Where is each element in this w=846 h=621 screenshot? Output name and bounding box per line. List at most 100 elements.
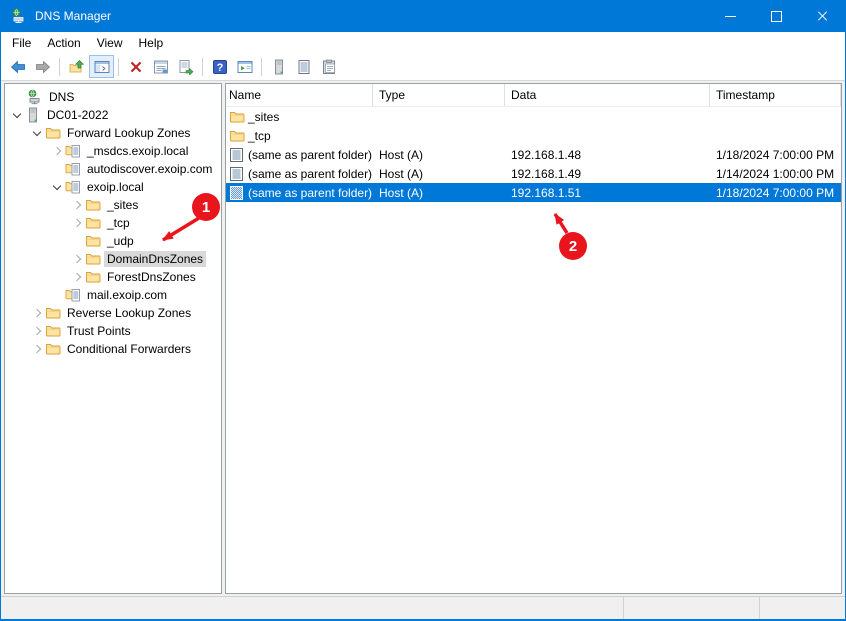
record-data: 192.168.1.49 [511,166,582,181]
chevron-down-icon[interactable] [9,113,25,117]
toolbar-separator [261,57,262,76]
record-data: 192.168.1.48 [511,147,582,162]
clipboard-button[interactable] [316,55,341,78]
tree-item-exoip-local[interactable]: exoip.local [5,178,221,196]
show-console-tree-button[interactable] [89,55,114,78]
tree-item-domaindnszones[interactable]: DomainDnsZones [5,250,221,268]
folder-icon [85,197,104,213]
tree-item-sites[interactable]: _sites [5,196,221,214]
tree-item-dns[interactable]: DNS [5,88,221,106]
tree-item-udp[interactable]: _udp [5,232,221,250]
chevron-right-icon[interactable] [69,256,85,262]
delete-button[interactable] [123,55,148,78]
chevron-right-icon[interactable] [29,310,45,316]
table-row-192-168-1-51[interactable]: (same as parent folder) Host (A) 192.168.1… [226,183,841,202]
toolbar-separator [118,57,119,76]
console-tree-pane: DNS DC01-2022 Forward Lookup Zones _msdcs.e… [4,83,222,594]
folder-icon [45,125,64,141]
tree-item-conditional-forwarders[interactable]: Conditional Forwarders [5,340,221,358]
server-button[interactable] [266,55,291,78]
table-row-192-168-1-48[interactable]: (same as parent folder) Host (A) 192.168.1… [226,145,841,164]
chevron-right-icon[interactable] [69,202,85,208]
tree-item-label: _tcp [107,216,130,230]
column-header-data[interactable]: Data [505,84,710,106]
back-button[interactable] [5,55,30,78]
table-row-192-168-1-49[interactable]: (same as parent folder) Host (A) 192.168.1… [226,164,841,183]
menu-file[interactable]: File [4,34,39,52]
tree-item-tcp[interactable]: _tcp [5,214,221,232]
properties-button[interactable] [148,55,173,78]
folder-icon [85,251,104,267]
tree-item-label: _sites [107,198,139,212]
folder-icon [85,269,104,285]
dns-manager-window: DNS Manager File Action View Help ? DNS D… [0,0,846,621]
tree-item-label: autodiscover.exoip.com [87,162,213,176]
record-name: (same as parent folder) [248,185,373,200]
clipboard-icon [321,59,337,75]
svg-text:?: ? [216,62,223,74]
new-window-icon [237,59,253,75]
export-list-button[interactable] [173,55,198,78]
table-row-sites[interactable]: _sites [226,107,841,126]
back-icon [10,59,26,75]
tree-item-label: _msdcs.exoip.local [87,144,189,158]
status-bar-main-section [1,597,623,619]
status-bar [1,596,845,619]
column-header-name[interactable]: Name [226,84,373,106]
menu-view[interactable]: View [89,34,131,52]
status-bar-section-3 [759,597,845,619]
column-header-type[interactable]: Type [373,84,505,106]
menu-help[interactable]: Help [131,34,172,52]
zone-icon [65,287,84,303]
chevron-right-icon[interactable] [49,148,65,154]
minimize-button[interactable] [707,0,753,32]
help-button[interactable]: ? [207,55,232,78]
chevron-right-icon[interactable] [29,346,45,352]
status-bar-section-2 [623,597,759,619]
chevron-down-icon[interactable] [29,131,45,135]
chevron-down-icon[interactable] [49,185,65,189]
tree-item-reverse-lookup-zones[interactable]: Reverse Lookup Zones [5,304,221,322]
chevron-right-icon[interactable] [69,220,85,226]
maximize-button[interactable] [753,0,799,32]
tree-item-forward-lookup-zones[interactable]: Forward Lookup Zones [5,124,221,142]
menu-bar: File Action View Help [1,32,845,53]
record-icon [229,147,245,163]
table-row-tcp[interactable]: _tcp [226,126,841,145]
up-one-level-button[interactable] [64,55,89,78]
folder-icon [45,305,64,321]
tree-item-mail-exoip-com[interactable]: mail.exoip.com [5,286,221,304]
record-icon [229,166,245,182]
tree-item-msdcs-exoip-local[interactable]: _msdcs.exoip.local [5,142,221,160]
close-icon [816,10,828,22]
folder-icon [229,128,245,144]
menu-action[interactable]: Action [39,34,88,52]
tree-item-forestdnszones[interactable]: ForestDnsZones [5,268,221,286]
tree-item-label: DomainDnsZones [104,251,207,267]
tree-item-label: Trust Points [67,324,131,338]
tree-item-label: _udp [107,234,134,248]
chevron-right-icon[interactable] [69,274,85,280]
export-list-icon [178,59,194,75]
dns-app-icon [11,8,27,24]
tree-item-label: Conditional Forwarders [67,342,192,356]
records-list-pane: Name Type Data Timestamp _sites _tcp (same… [225,83,842,594]
chevron-right-icon[interactable] [29,328,45,334]
tree-item-label: DC01-2022 [47,108,109,122]
record-list-button[interactable] [291,55,316,78]
new-window-button[interactable] [232,55,257,78]
column-header-timestamp[interactable]: Timestamp [710,84,841,106]
forward-button[interactable] [30,55,55,78]
tree-item-label: exoip.local [87,180,144,194]
folder-icon [45,323,64,339]
tree-item-autodiscover-exoip-com[interactable]: autodiscover.exoip.com [5,160,221,178]
toolbar-separator [59,57,60,76]
dns-root-icon [27,89,46,105]
help-icon: ? [212,59,228,75]
record-data: 192.168.1.51 [511,185,582,200]
close-button[interactable] [799,0,845,32]
tree-item-trust-points[interactable]: Trust Points [5,322,221,340]
record-list-icon [296,59,312,75]
properties-icon [153,59,169,75]
tree-item-dc01-2022[interactable]: DC01-2022 [5,106,221,124]
